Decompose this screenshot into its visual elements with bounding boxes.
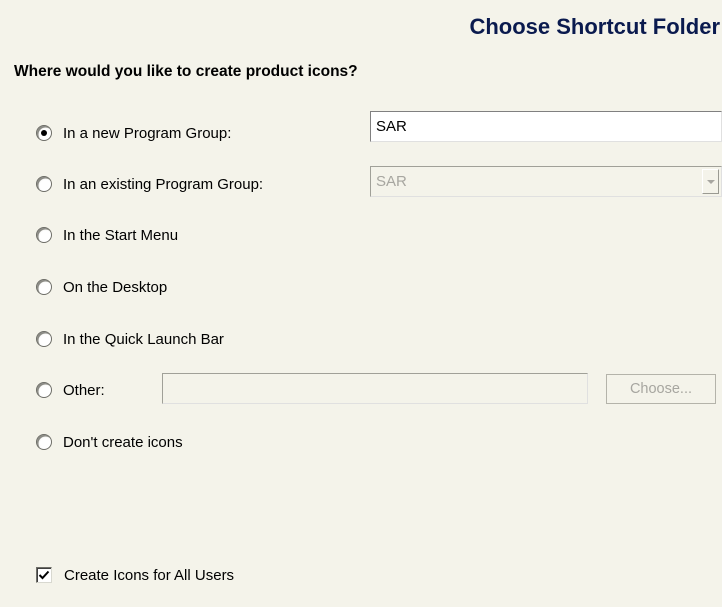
radio-dont-create-icons[interactable] <box>36 434 52 450</box>
radio-dot-icon <box>41 130 47 136</box>
page-title: Choose Shortcut Folder <box>469 14 720 39</box>
option-label: In a new Program Group: <box>63 124 232 142</box>
radio-new-program-group[interactable] <box>36 125 52 141</box>
all-users-checkbox[interactable] <box>36 567 52 583</box>
option-existing-program-group[interactable]: In an existing Program Group: <box>36 174 263 194</box>
option-label: Other: <box>63 381 105 399</box>
option-label: In an existing Program Group: <box>63 175 264 193</box>
option-label: On the Desktop <box>63 278 168 296</box>
option-quick-launch-bar[interactable]: In the Quick Launch Bar <box>36 329 224 349</box>
option-label: In the Quick Launch Bar <box>63 330 224 348</box>
option-label: In the Start Menu <box>63 226 179 244</box>
radio-existing-program-group[interactable] <box>36 176 52 192</box>
radio-other[interactable] <box>36 382 52 398</box>
all-users-checkbox-label: Create Icons for All Users <box>64 566 235 584</box>
option-dont-create-icons[interactable]: Don't create icons <box>36 432 183 452</box>
option-other[interactable]: Other: <box>36 380 105 400</box>
option-new-program-group[interactable]: In a new Program Group: <box>36 123 231 143</box>
radio-quick-launch-bar[interactable] <box>36 331 52 347</box>
existing-program-group-select[interactable]: SAR <box>370 166 722 197</box>
question-heading: Where would you like to create product i… <box>14 63 358 80</box>
chevron-down-icon[interactable] <box>702 169 719 194</box>
other-folder-input[interactable] <box>162 373 588 404</box>
radio-start-menu[interactable] <box>36 227 52 243</box>
choose-button[interactable]: Choose... <box>606 374 716 404</box>
checkmark-icon <box>38 570 50 580</box>
option-label: Don't create icons <box>63 433 183 451</box>
option-desktop[interactable]: On the Desktop <box>36 277 167 297</box>
select-value: SAR <box>376 173 407 190</box>
new-program-group-input[interactable] <box>370 111 722 142</box>
option-start-menu[interactable]: In the Start Menu <box>36 225 178 245</box>
all-users-checkbox-row[interactable]: Create Icons for All Users <box>36 565 234 585</box>
radio-desktop[interactable] <box>36 279 52 295</box>
